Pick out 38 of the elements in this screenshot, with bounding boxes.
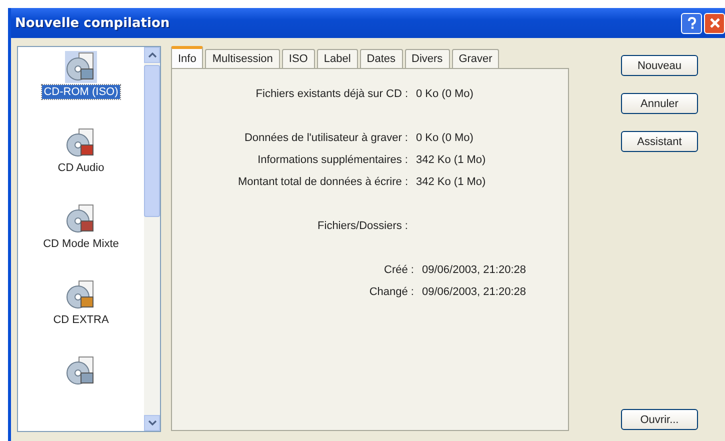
- scroll-up-button[interactable]: [144, 47, 160, 63]
- dialog-button[interactable]: Annuler: [621, 93, 698, 114]
- dialog-button[interactable]: Nouveau: [621, 55, 698, 76]
- tab[interactable]: Graver: [452, 49, 500, 68]
- compilation-type-item[interactable]: CD Mode Mixte: [41, 203, 121, 279]
- info-label: Informations supplémentaires :: [256, 154, 409, 166]
- info-label: Données de l'utilisateur à graver :: [243, 132, 409, 144]
- compilation-type-item[interactable]: CD-ROM (ISO): [42, 51, 120, 127]
- info-label: Créé :: [383, 264, 415, 276]
- help-button[interactable]: [681, 12, 702, 34]
- scrollbar[interactable]: [144, 47, 160, 431]
- info-value: 09/06/2003, 21:20:28: [422, 264, 526, 276]
- scroll-thumb[interactable]: [144, 65, 160, 217]
- tab[interactable]: ISO: [282, 49, 315, 68]
- info-value: 0 Ko (0 Mo): [416, 132, 474, 144]
- info-value: 342 Ko (1 Mo): [416, 176, 486, 188]
- tab[interactable]: Info: [171, 46, 204, 68]
- info-value: 09/06/2003, 21:20:28: [422, 286, 526, 298]
- close-button[interactable]: [704, 12, 725, 34]
- chevron-down-icon: [148, 420, 156, 426]
- tab[interactable]: Label: [316, 49, 358, 68]
- scroll-down-button[interactable]: [144, 415, 160, 431]
- chevron-up-icon: [148, 52, 156, 58]
- info-label: Fichiers existants déjà sur CD :: [254, 88, 409, 100]
- compilation-type-item[interactable]: CD EXTRA: [51, 279, 111, 355]
- section-label: Fichiers/Dossiers :: [316, 220, 409, 232]
- dialog-button[interactable]: Assistant: [621, 131, 698, 152]
- tab[interactable]: Dates: [360, 49, 403, 68]
- info-label: Montant total de données à écrire :: [237, 176, 409, 188]
- info-value: 0 Ko (0 Mo): [416, 88, 474, 100]
- tab[interactable]: Divers: [404, 49, 450, 68]
- info-label: Changé :: [368, 286, 415, 298]
- open-button[interactable]: Ouvrir...: [621, 409, 698, 430]
- tab[interactable]: Multisession: [205, 49, 280, 68]
- compilation-type-item[interactable]: CD Audio: [56, 127, 106, 203]
- window-title: Nouvelle compilation: [15, 16, 170, 30]
- info-value: 342 Ko (1 Mo): [416, 154, 486, 166]
- close-icon: [708, 17, 720, 29]
